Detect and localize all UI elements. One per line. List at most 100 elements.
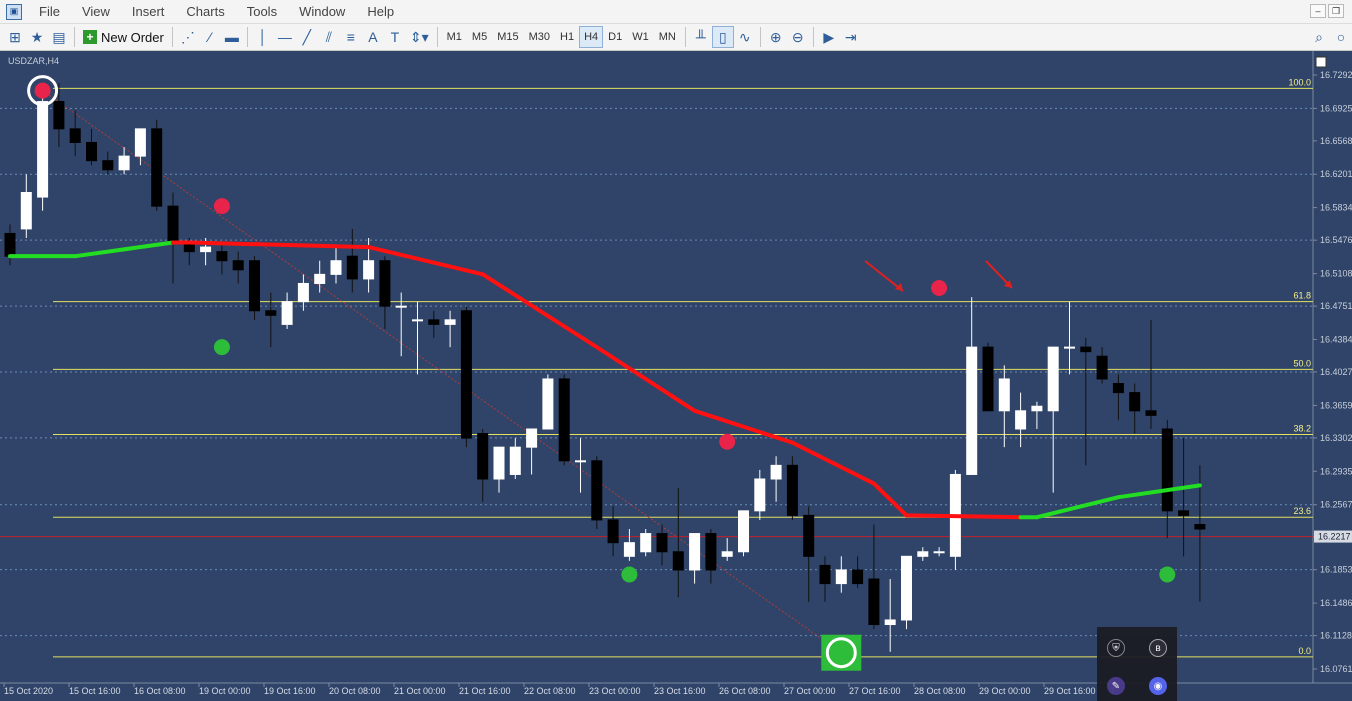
price-scale-label: 16.3302 xyxy=(1320,433,1352,443)
candle-body xyxy=(395,305,407,308)
new-chart-button[interactable]: ⊞ xyxy=(4,26,26,48)
candle-body xyxy=(558,378,570,462)
timeframe-m15[interactable]: M15 xyxy=(492,26,523,48)
fib-level-label: 23.6 xyxy=(1293,506,1311,516)
zoom-in-button[interactable]: ⊕ xyxy=(765,26,787,48)
price-scale-label: 16.7292 xyxy=(1320,70,1352,80)
arrows-button[interactable]: ⇕▾ xyxy=(406,26,433,48)
vertical-line-button[interactable]: │ xyxy=(252,26,274,48)
candle-body xyxy=(167,205,179,244)
autotrading-button[interactable]: ⋰ xyxy=(177,26,199,48)
candle-body xyxy=(1194,523,1206,530)
candle-body xyxy=(4,232,16,257)
timeframe-h4[interactable]: H4 xyxy=(579,26,604,48)
candle-body xyxy=(412,319,423,322)
time-scale-label: 26 Oct 08:00 xyxy=(719,686,771,696)
timeframe-m30[interactable]: M30 xyxy=(524,26,555,48)
candle-body xyxy=(1161,428,1173,512)
price-scale-label: 16.6925 xyxy=(1320,103,1352,113)
profiles-button[interactable]: ★ xyxy=(26,26,48,48)
timeframe-d1[interactable]: D1 xyxy=(603,26,627,48)
fibonacci-icon: ≡ xyxy=(346,29,355,45)
indicator-icon: ⁄ xyxy=(208,29,212,45)
chart-corner-icon[interactable] xyxy=(1315,56,1327,68)
autoscroll-button[interactable]: ▶ xyxy=(818,26,840,48)
menu-tools[interactable]: Tools xyxy=(236,4,288,19)
price-scale-label: 16.0761 xyxy=(1320,664,1352,674)
menu-help[interactable]: Help xyxy=(356,4,405,19)
menu-view[interactable]: View xyxy=(71,4,121,19)
menu-insert[interactable]: Insert xyxy=(121,4,176,19)
candle-body xyxy=(623,542,635,557)
candle-body xyxy=(1145,410,1157,416)
text-label-button[interactable]: T xyxy=(384,26,406,48)
menu-file[interactable]: File xyxy=(28,4,71,19)
menu-window[interactable]: Window xyxy=(288,4,356,19)
feather-icon[interactable]: ✎ xyxy=(1107,677,1125,695)
toolbar-separator xyxy=(246,27,248,47)
timeframe-w1[interactable]: W1 xyxy=(627,26,654,48)
candle-body xyxy=(640,533,652,553)
price-chart[interactable]: 100.0 61.8 50.0 38.2 23.6 0.0 16.7292 16.6925 1… xyxy=(0,51,1352,701)
candle-body xyxy=(86,141,97,162)
time-scale-label: 29 Oct 00:00 xyxy=(979,686,1031,696)
search-button[interactable]: ⌕ xyxy=(1308,26,1330,48)
candle-body xyxy=(265,310,277,316)
discord-icon[interactable]: ◉ xyxy=(1149,677,1167,695)
chart-shift-button[interactable]: ⇥ xyxy=(840,26,862,48)
candle-body xyxy=(738,510,749,553)
candlestick-button[interactable]: ▯ xyxy=(711,26,734,48)
chart-settings-icon: ⋰ xyxy=(180,28,195,45)
line-chart-button[interactable]: ∿ xyxy=(734,26,756,48)
shield-icon[interactable]: ⛨ xyxy=(1107,639,1125,657)
menu-charts[interactable]: Charts xyxy=(175,4,235,19)
time-scale-label: 21 Oct 00:00 xyxy=(394,686,446,696)
time-scale-label: 23 Oct 00:00 xyxy=(589,686,641,696)
symbol-label: USDZAR,H4 xyxy=(8,56,60,66)
timeframe-m1[interactable]: M1 xyxy=(442,26,467,48)
fibonacci-button[interactable]: ≡ xyxy=(340,26,362,48)
minimize-icon[interactable]: – xyxy=(1310,4,1326,18)
candle-body xyxy=(134,128,146,157)
price-scale-label: 16.1853 xyxy=(1320,565,1352,575)
zoom-out-button[interactable]: ⊖ xyxy=(787,26,809,48)
chat-icon: ○ xyxy=(1336,29,1346,45)
bs-app-icon[interactable]: ʙ xyxy=(1149,639,1167,657)
time-scale-label: 22 Oct 08:00 xyxy=(524,686,576,696)
market-watch-button[interactable]: ▤ xyxy=(48,26,70,48)
candle-body xyxy=(216,251,228,262)
bar-chart-button[interactable]: ╨ xyxy=(690,26,712,48)
signal-dot xyxy=(621,566,638,583)
menu-bar: ▣ File View Insert Charts Tools Window H… xyxy=(0,0,1352,24)
timeframe-h1[interactable]: H1 xyxy=(555,26,579,48)
candle-body xyxy=(69,128,81,143)
timeframe-mn[interactable]: MN xyxy=(654,26,681,48)
chart-background xyxy=(0,51,1352,701)
candle-body xyxy=(933,551,945,554)
toolbar-separator xyxy=(759,27,761,47)
chat-button[interactable]: ○ xyxy=(1330,26,1352,48)
signal-dot xyxy=(719,433,736,450)
restore-icon[interactable]: ❐ xyxy=(1328,4,1344,18)
price-scale-label: 16.5108 xyxy=(1320,269,1352,279)
properties-button[interactable]: ▬ xyxy=(221,26,243,48)
timeframe-m5[interactable]: M5 xyxy=(467,26,492,48)
candle-body xyxy=(819,564,831,585)
candle-body xyxy=(917,551,929,557)
candle-body xyxy=(1112,383,1124,394)
horizontal-line-button[interactable]: — xyxy=(274,26,296,48)
candle-body xyxy=(1129,392,1141,412)
candle-body xyxy=(102,160,114,171)
new-order-button[interactable]: + New Order xyxy=(79,26,168,48)
price-scale-label: 16.1128 xyxy=(1320,631,1352,641)
text-button[interactable]: A xyxy=(362,26,384,48)
channel-button[interactable]: ⫽ xyxy=(318,26,340,48)
candle-body xyxy=(151,128,163,207)
trendline-button[interactable]: ╱ xyxy=(296,26,318,48)
candle-body xyxy=(575,460,586,463)
candle-body xyxy=(1031,405,1043,412)
chart-window[interactable]: 100.0 61.8 50.0 38.2 23.6 0.0 16.7292 16.6925 1… xyxy=(0,51,1352,701)
price-scale-label: 16.1486 xyxy=(1320,598,1352,608)
time-scale-label: 21 Oct 16:00 xyxy=(459,686,511,696)
indicators-button[interactable]: ⁄ xyxy=(199,26,221,48)
